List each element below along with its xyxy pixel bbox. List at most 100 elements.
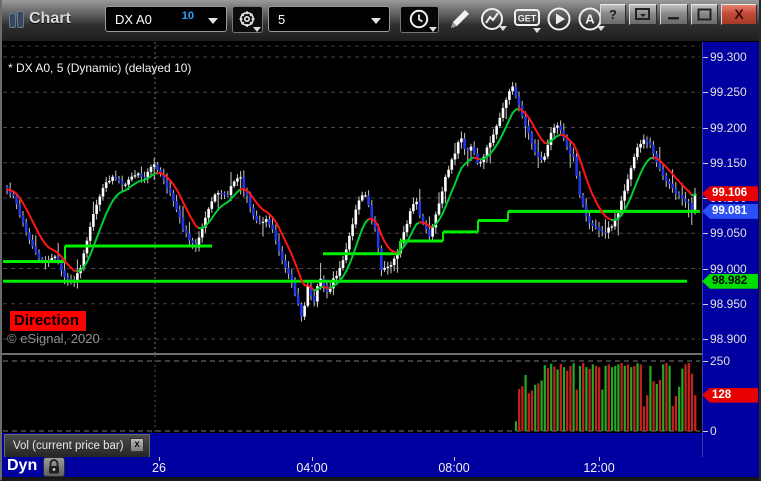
candle-body — [652, 145, 655, 154]
candle-body — [21, 215, 25, 223]
chevron-down-icon — [208, 18, 218, 24]
price-axis-label: 99.000 — [703, 261, 747, 276]
candle-body — [200, 227, 204, 238]
candle-body — [597, 226, 601, 231]
svg-text:GET: GET — [518, 14, 537, 24]
candle-body — [412, 204, 415, 212]
volume-bar — [671, 405, 674, 431]
candle-body — [517, 96, 521, 106]
candle-body — [223, 193, 226, 195]
help-button[interactable]: ? — [600, 4, 626, 25]
lock-button[interactable] — [43, 457, 65, 477]
candle-body — [607, 227, 610, 233]
title-bar[interactable]: Chart DX A0 10 5 GET A ? X — [2, 0, 759, 42]
ma-line-segment — [284, 240, 290, 249]
volume-bar — [642, 406, 646, 431]
ma-line-segment — [102, 212, 108, 223]
ma-line-segment — [498, 132, 504, 141]
price-axis-label: 99.150 — [703, 155, 747, 170]
volume-bar — [649, 365, 652, 431]
volume-bar — [591, 364, 594, 431]
volume-bar — [585, 367, 588, 431]
close-icon[interactable]: x — [130, 438, 144, 452]
candle-body — [360, 195, 364, 201]
volume-pane[interactable] — [2, 355, 702, 433]
candle-body — [543, 156, 546, 160]
window-title: Chart — [29, 10, 71, 27]
ma-line-segment — [457, 167, 463, 177]
ma-line-segment — [630, 187, 636, 198]
volume-bar — [543, 365, 546, 431]
volume-bar — [623, 365, 626, 431]
pencil-icon — [451, 10, 469, 28]
candle-body — [370, 205, 374, 220]
candle-body — [447, 169, 450, 177]
candle-body — [239, 177, 242, 179]
candle-body — [287, 268, 290, 274]
symbol-dropdown[interactable]: DX A0 10 — [105, 6, 227, 32]
candle-body — [648, 142, 652, 146]
candle-body — [367, 195, 370, 206]
ma-line-segment — [582, 167, 588, 180]
candle-body — [232, 181, 236, 187]
interval-dropdown[interactable]: 5 — [268, 6, 390, 32]
volume-bar — [534, 384, 537, 431]
time-template-button[interactable] — [400, 6, 439, 33]
volume-bar — [652, 381, 655, 431]
candle-body — [645, 139, 649, 143]
popout-button[interactable] — [629, 4, 657, 25]
time-axis-label: 12:00 — [583, 461, 615, 475]
candle-body — [335, 275, 338, 279]
candle-body — [248, 195, 252, 208]
price-chart-pane[interactable] — [2, 42, 702, 353]
ma-line-segment — [633, 179, 639, 190]
candle-body — [591, 223, 594, 226]
volume-bar — [601, 389, 604, 431]
candle-body — [24, 222, 28, 233]
ma-line-segment — [508, 111, 514, 121]
volume-bar — [690, 373, 694, 431]
settings-button[interactable] — [232, 6, 263, 33]
volume-bar — [562, 367, 566, 431]
candle-body — [124, 184, 127, 186]
volume-bar — [604, 365, 607, 431]
volume-bar — [639, 364, 642, 431]
maximize-button[interactable] — [691, 4, 718, 25]
ma-line-segment — [585, 177, 591, 189]
close-button[interactable]: X — [721, 4, 757, 25]
candle-body — [533, 143, 537, 153]
candle-body — [152, 164, 156, 167]
ma-line-segment — [108, 200, 114, 209]
candle-body — [60, 262, 63, 271]
chart-window: Chart DX A0 10 5 GET A ? X * DX A0, 5 (D… — [0, 0, 761, 481]
candle-body — [636, 147, 639, 158]
time-axis[interactable]: 26 04:00 08:00 12:00 — [2, 457, 759, 477]
time-axis-label: 08:00 — [438, 461, 470, 475]
chevron-down-icon — [499, 26, 507, 31]
candle-body — [351, 224, 354, 236]
candle-body — [536, 152, 540, 158]
play-button[interactable] — [546, 6, 573, 33]
candle-body — [408, 211, 412, 224]
time-axis-tick — [454, 457, 455, 461]
candle-body — [357, 200, 361, 210]
dyn-mode-label: Dyn — [7, 457, 38, 474]
candle-body — [104, 182, 108, 188]
indicator-button[interactable] — [478, 6, 508, 33]
candle-body — [588, 216, 591, 224]
get-button[interactable]: GET — [512, 6, 542, 33]
volume-bar — [681, 368, 684, 431]
window-bottom-edge — [2, 477, 759, 479]
candle-body — [213, 194, 217, 202]
draw-button[interactable] — [446, 6, 472, 33]
volume-bar — [658, 380, 662, 431]
volume-bar — [569, 366, 572, 431]
tab-volume-study[interactable]: Vol (current price bar) x — [4, 434, 150, 457]
volume-bar — [514, 421, 518, 431]
candle-body — [600, 230, 604, 233]
ma-line-segment — [98, 220, 104, 231]
candle-body — [354, 209, 358, 225]
minimize-button[interactable] — [660, 4, 688, 25]
volume-bar — [665, 362, 668, 431]
volume-bar — [582, 362, 585, 431]
